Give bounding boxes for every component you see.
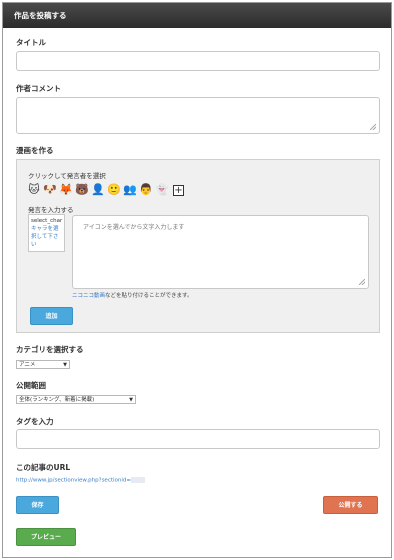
visibility-label: 公開範囲 bbox=[16, 381, 46, 390]
character-picker: 🐱 🐶 🦊 🐻 👤 🙂 👥 👨 👻 + bbox=[27, 182, 184, 198]
url-id-mask bbox=[131, 477, 146, 483]
person-blue-icon[interactable]: 👤 bbox=[91, 183, 105, 197]
embed-note: ニコニコ動画などを貼り付けることができます。 bbox=[72, 291, 192, 299]
cat-face-icon[interactable]: 🐱 bbox=[27, 183, 41, 197]
category-select[interactable]: アニメ ▼ bbox=[16, 360, 70, 369]
composer-label: 漫画を作る bbox=[16, 146, 54, 155]
composer-panel: クリックして発言者を選択 🐱 🐶 🦊 🐻 👤 🙂 👥 👨 👻 + 発言を入力する… bbox=[16, 159, 380, 333]
resize-grip-icon[interactable] bbox=[370, 124, 376, 130]
url-label: この記事のURL bbox=[16, 463, 71, 472]
select-char-hint: キャラを選択して下さい bbox=[31, 226, 59, 248]
article-url-text: http://www.jp/sectionview.php?sectionid= bbox=[16, 477, 132, 484]
person-gray-icon[interactable]: 👥 bbox=[123, 183, 137, 197]
select-char-code: select_char bbox=[31, 218, 63, 224]
page-title: 作品を投稿する bbox=[3, 3, 391, 28]
fox-face-icon[interactable]: 🦊 bbox=[59, 183, 73, 197]
choose-speaker-label: クリックして発言者を選択 bbox=[28, 172, 106, 180]
talk-textarea[interactable]: アイコンを選んでから文字入力します bbox=[72, 215, 369, 289]
category-selected: アニメ bbox=[19, 362, 36, 368]
chevron-down-icon: ▼ bbox=[63, 362, 67, 368]
comment-label: 作者コメント bbox=[16, 84, 61, 93]
save-button[interactable]: 保存 bbox=[16, 496, 59, 514]
person-light-icon[interactable]: 👻 bbox=[155, 183, 169, 197]
speaker-select-box[interactable]: select_char キャラを選択して下さい bbox=[28, 214, 65, 252]
preview-button[interactable]: プレビュー bbox=[16, 528, 76, 546]
article-url[interactable]: http://www.jp/sectionview.php?sectionid= bbox=[16, 477, 146, 484]
append-button[interactable]: 追加 bbox=[30, 307, 73, 325]
tags-label: タグを入力 bbox=[16, 417, 54, 426]
category-label: カテゴリを選択する bbox=[16, 345, 84, 354]
niconico-link[interactable]: ニコニコ動画 bbox=[72, 293, 105, 299]
tags-input[interactable] bbox=[16, 429, 380, 449]
person-dark-icon[interactable]: 👨 bbox=[139, 183, 153, 197]
post-form-window: 作品を投稿する タイトル 作者コメント 漫画を作る クリックして発言者を選択 🐱… bbox=[2, 2, 392, 558]
title-label: タイトル bbox=[16, 38, 46, 47]
add-character-button[interactable]: + bbox=[173, 184, 184, 196]
chevron-down-icon: ▼ bbox=[129, 397, 133, 403]
title-input[interactable] bbox=[16, 51, 380, 71]
visibility-selected: 全体(ランキング、新着に掲載) bbox=[19, 397, 95, 403]
bear-face-icon[interactable]: 🐻 bbox=[75, 183, 89, 197]
dog-face-icon[interactable]: 🐶 bbox=[43, 183, 57, 197]
speaker-input-label: 発言を入力する bbox=[28, 206, 74, 214]
visibility-select[interactable]: 全体(ランキング、新着に掲載) ▼ bbox=[16, 395, 136, 404]
talk-placeholder: アイコンを選んでから文字入力します bbox=[83, 224, 185, 231]
person-orange-icon[interactable]: 🙂 bbox=[107, 183, 121, 197]
resize-grip-icon[interactable] bbox=[359, 279, 365, 285]
comment-textarea[interactable] bbox=[16, 97, 380, 134]
embed-note-text: などを貼り付けることができます。 bbox=[105, 293, 193, 299]
publish-button[interactable]: 公開する bbox=[323, 496, 378, 514]
